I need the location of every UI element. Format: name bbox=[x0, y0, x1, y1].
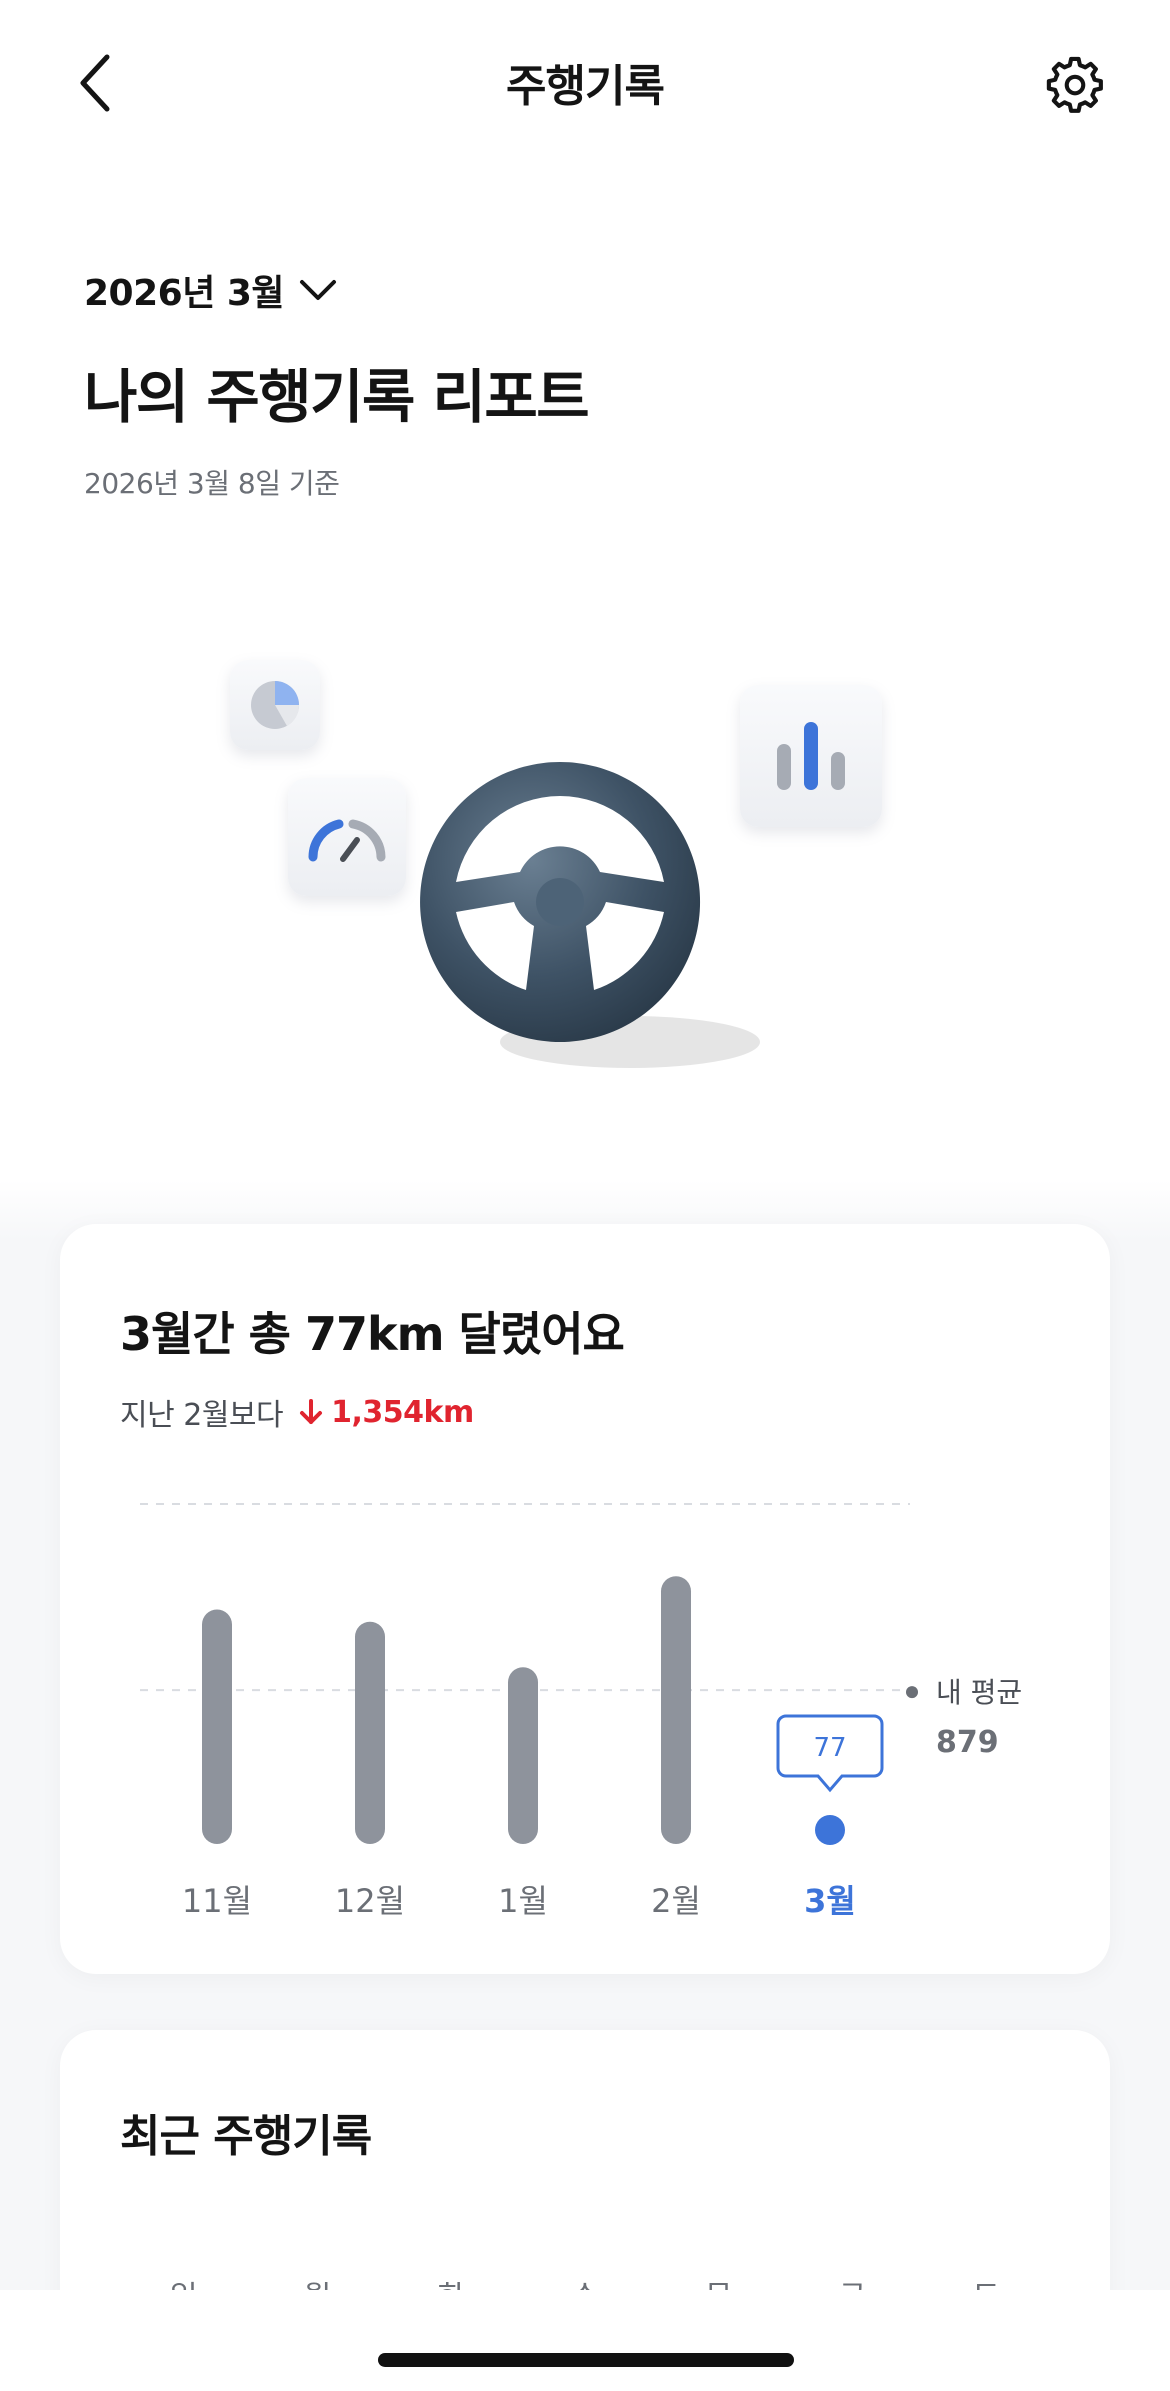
current-month-dot bbox=[815, 1815, 845, 1845]
report-title: 나의 주행기록 리포트 bbox=[84, 363, 590, 431]
page-title: 주행기록 bbox=[506, 61, 665, 112]
monthly-distance-chart: 내 평균 879 11월 12월 1월 2월 77 3월 bbox=[140, 1503, 1022, 1920]
comparison-row: 지난 2월보다 1,354km bbox=[120, 1390, 474, 1434]
x-tick-label: 11월 bbox=[182, 1882, 252, 1920]
x-tick-label: 3월 bbox=[804, 1882, 856, 1920]
summary-title: 3월간 총 77km 달렸어요 bbox=[120, 1307, 625, 1361]
driving-summary-card: 3월간 총 77km 달렸어요 지난 2월보다 1,354km 내 평균 879 1… bbox=[60, 1224, 1110, 1974]
average-dot bbox=[906, 1686, 918, 1699]
steering-wheel-icon bbox=[420, 762, 760, 1068]
recent-title: 최근 주행기록 bbox=[120, 2111, 372, 2162]
x-tick-label: 1월 bbox=[498, 1882, 548, 1920]
comparison-delta: 1,354km bbox=[331, 1394, 474, 1430]
pie-chart-icon bbox=[230, 660, 320, 750]
bar-0 bbox=[202, 1609, 232, 1844]
gear-icon bbox=[1046, 56, 1103, 113]
average-value: 879 bbox=[936, 1725, 999, 1760]
x-tick-label: 12월 bbox=[335, 1882, 405, 1920]
nav-bar: 주행기록 bbox=[0, 0, 1170, 165]
bar-3 bbox=[661, 1576, 691, 1844]
current-value-label: 77 bbox=[813, 1733, 846, 1763]
home-indicator bbox=[378, 2353, 794, 2367]
bottom-safe-area bbox=[0, 2290, 1170, 2391]
speedometer-icon bbox=[288, 778, 406, 896]
x-tick-label: 2월 bbox=[651, 1882, 701, 1920]
month-label: 2026년 3월 bbox=[84, 273, 285, 314]
driving-illustration bbox=[220, 640, 920, 1068]
bar-1 bbox=[355, 1621, 385, 1844]
bar-2 bbox=[508, 1667, 538, 1844]
basis-date: 2026년 3월 8일 기준 bbox=[84, 467, 340, 500]
comparison-label: 지난 2월보다 bbox=[120, 1398, 284, 1433]
arrow-down-icon bbox=[300, 1399, 323, 1424]
chevron-down-icon bbox=[300, 280, 337, 300]
settings-button[interactable] bbox=[1035, 45, 1115, 125]
average-label: 내 평균 bbox=[936, 1676, 1022, 1709]
month-selector[interactable]: 2026년 3월 bbox=[84, 264, 338, 316]
